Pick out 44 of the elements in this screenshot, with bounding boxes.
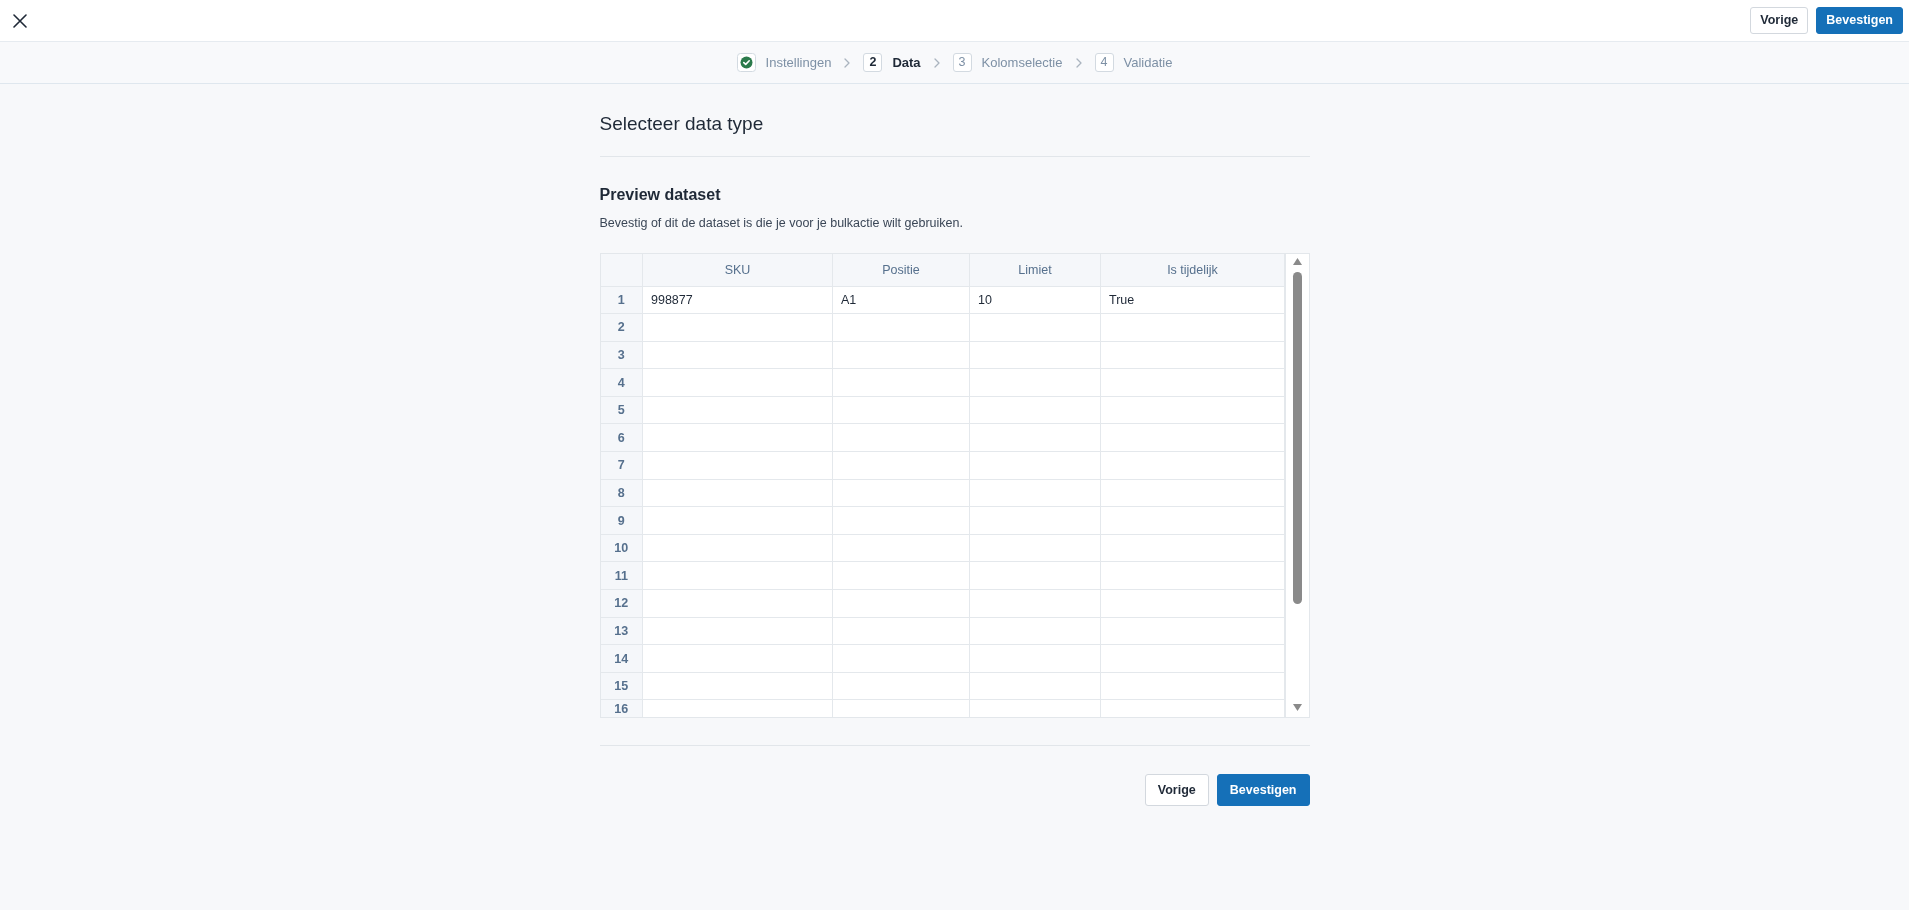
row-number: 13 xyxy=(600,617,643,645)
row-number: 3 xyxy=(600,341,643,369)
table-cell: 10 xyxy=(969,286,1101,314)
chevron-right-icon xyxy=(1075,57,1082,68)
row-number: 9 xyxy=(600,506,643,535)
step-label: Validatie xyxy=(1123,53,1173,72)
row-number: 4 xyxy=(600,368,643,397)
row-number: 1 xyxy=(600,286,643,314)
row-number: 7 xyxy=(600,451,643,480)
confirm-button[interactable]: Bevestigen xyxy=(1216,773,1310,806)
chevron-right-icon xyxy=(933,57,940,68)
table-cell: 998877 xyxy=(642,286,833,314)
row-number: 11 xyxy=(600,561,643,590)
step-label: Instellingen xyxy=(765,53,832,72)
row-number: 8 xyxy=(600,479,643,507)
chevron-right-icon xyxy=(844,57,851,68)
back-button[interactable]: Vorige xyxy=(1750,7,1809,34)
down-triangle-icon[interactable] xyxy=(1292,703,1302,711)
close-icon[interactable] xyxy=(13,13,27,28)
row-number: 12 xyxy=(600,589,643,618)
row-number: 15 xyxy=(600,672,643,700)
step-number: 3 xyxy=(952,53,972,72)
step-label: Data xyxy=(892,53,921,72)
table-cell: True xyxy=(1100,286,1285,314)
column-header: SKU xyxy=(642,254,833,286)
step-number: 4 xyxy=(1094,53,1114,72)
back-button[interactable]: Vorige xyxy=(1144,773,1209,806)
confirm-button[interactable]: Bevestigen xyxy=(1816,7,1903,34)
column-header: Positie xyxy=(832,254,970,286)
row-number: 10 xyxy=(600,534,643,562)
scrollbar-thumb[interactable] xyxy=(1292,272,1302,604)
column-header: Is tijdelijk xyxy=(1100,254,1285,286)
up-triangle-icon[interactable] xyxy=(1292,258,1302,265)
preview-title: Preview dataset xyxy=(599,185,722,205)
section-title: Selecteer data type xyxy=(599,112,765,136)
step-number: 2 xyxy=(863,53,883,72)
row-number: 6 xyxy=(600,423,643,452)
column-header: Limiet xyxy=(969,254,1101,286)
row-number: 14 xyxy=(600,644,643,673)
row-number: 2 xyxy=(600,313,643,342)
row-number: 5 xyxy=(600,396,643,424)
step-label: Kolomselectie xyxy=(981,53,1063,72)
preview-description: Bevestig of dit de dataset is die je voor je bulkactie wilt gebruiken. xyxy=(599,215,964,232)
table-cell: A1 xyxy=(832,286,970,314)
